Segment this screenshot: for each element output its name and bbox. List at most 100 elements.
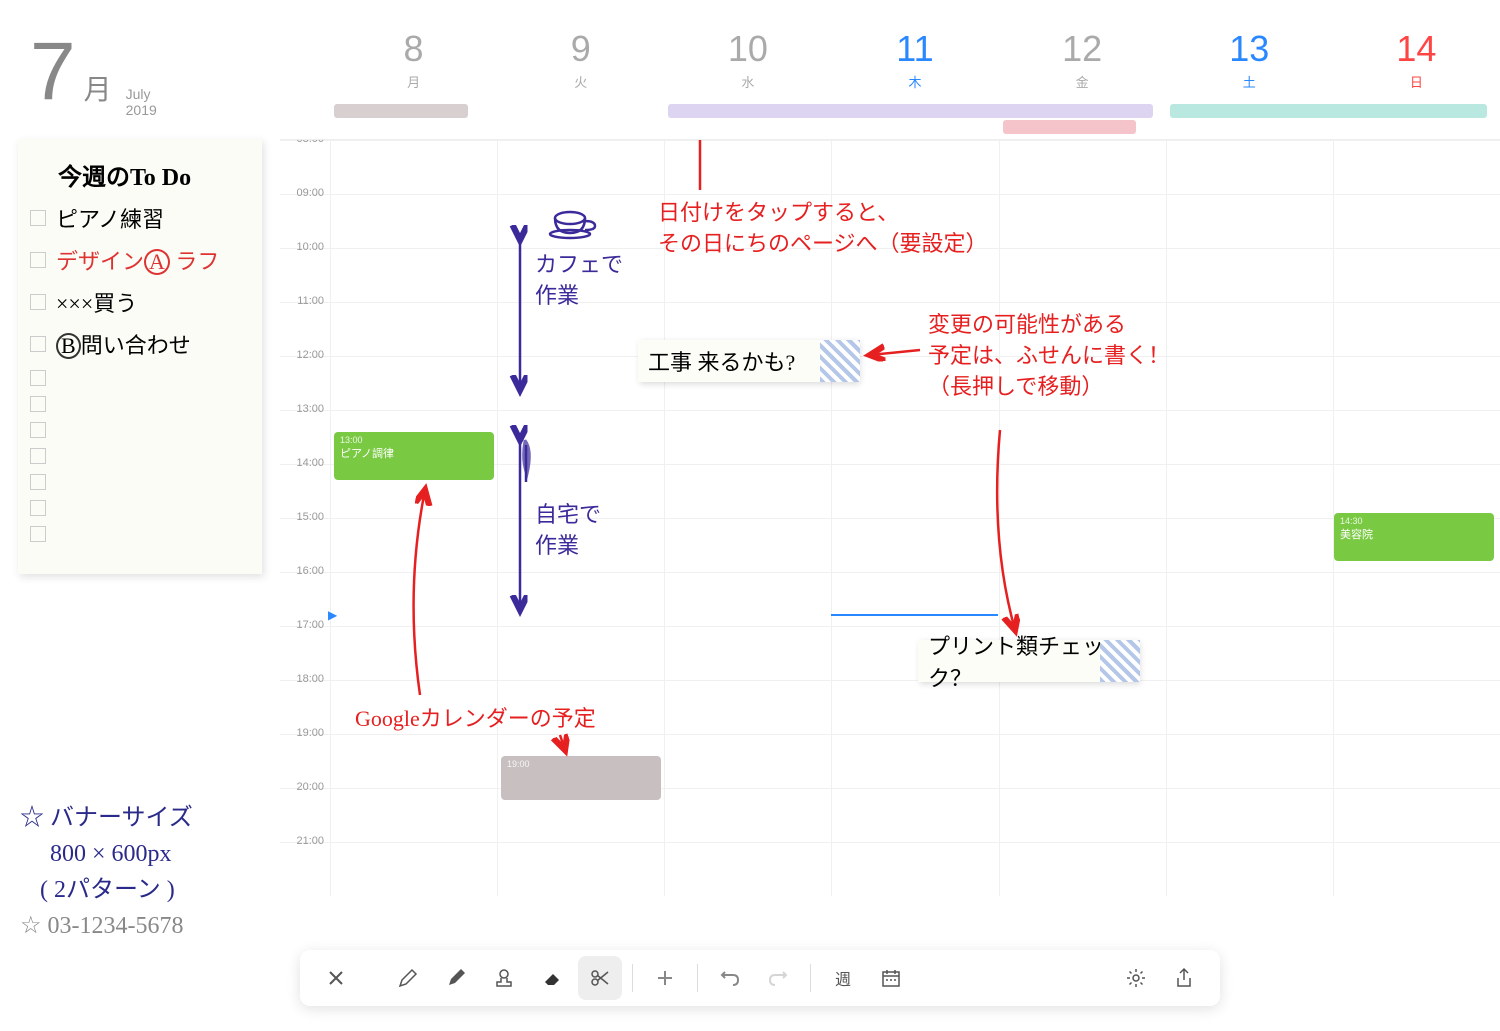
- hour-cell[interactable]: [999, 519, 1166, 572]
- hour-cell[interactable]: [1166, 141, 1333, 194]
- hour-cell[interactable]: [497, 411, 664, 464]
- hour-cell[interactable]: [999, 465, 1166, 518]
- redo-button[interactable]: [756, 956, 800, 1000]
- hour-cell[interactable]: [497, 141, 664, 194]
- hour-cell[interactable]: [831, 465, 998, 518]
- todo-item[interactable]: ×××買う: [30, 286, 252, 318]
- hour-cell[interactable]: [330, 789, 497, 842]
- hour-cell[interactable]: [1166, 627, 1333, 680]
- hour-cell[interactable]: [1333, 357, 1500, 410]
- todo-item[interactable]: [30, 370, 252, 386]
- hour-cell[interactable]: [1333, 411, 1500, 464]
- close-button[interactable]: [314, 956, 358, 1000]
- calendar-icon[interactable]: [869, 956, 913, 1000]
- pencil-icon[interactable]: [386, 956, 430, 1000]
- hour-cell[interactable]: [664, 843, 831, 896]
- hour-cell[interactable]: [664, 681, 831, 734]
- checkbox-icon[interactable]: [30, 294, 46, 310]
- hour-cell[interactable]: [999, 249, 1166, 302]
- hour-cell[interactable]: [1166, 735, 1333, 788]
- hour-cell[interactable]: [664, 249, 831, 302]
- hour-cell[interactable]: [664, 573, 831, 626]
- hour-cell[interactable]: [1166, 303, 1333, 356]
- hour-cell[interactable]: [1333, 195, 1500, 248]
- todo-item[interactable]: [30, 500, 252, 516]
- day-header-fri[interactable]: 12金: [999, 0, 1166, 100]
- hour-cell[interactable]: [664, 789, 831, 842]
- hour-cell[interactable]: [1166, 411, 1333, 464]
- hour-cell[interactable]: [330, 627, 497, 680]
- checkbox-icon[interactable]: [30, 370, 46, 386]
- hour-cell[interactable]: [497, 681, 664, 734]
- hour-cell[interactable]: [330, 681, 497, 734]
- checkbox-icon[interactable]: [30, 448, 46, 464]
- hour-cell[interactable]: [1333, 843, 1500, 896]
- sticky-construction[interactable]: 工事 来るかも?: [638, 340, 858, 382]
- hour-cell[interactable]: [999, 411, 1166, 464]
- hour-cell[interactable]: [999, 789, 1166, 842]
- hour-cell[interactable]: [1333, 573, 1500, 626]
- hour-cell[interactable]: [1333, 141, 1500, 194]
- day-header-tue[interactable]: 9火: [497, 0, 664, 100]
- hour-cell[interactable]: [664, 465, 831, 518]
- checkbox-icon[interactable]: [30, 500, 46, 516]
- hour-cell[interactable]: [330, 249, 497, 302]
- hour-cell[interactable]: [1166, 195, 1333, 248]
- hour-cell[interactable]: [497, 627, 664, 680]
- hour-cell[interactable]: [330, 303, 497, 356]
- calendar-grid[interactable]: 08:0009:0010:0011:0012:0013:0014:0015:00…: [280, 140, 1500, 930]
- hour-cell[interactable]: [497, 573, 664, 626]
- hour-cell[interactable]: [664, 195, 831, 248]
- event-salon[interactable]: 14:30 美容院: [1334, 513, 1494, 561]
- checkbox-icon[interactable]: [30, 422, 46, 438]
- hour-cell[interactable]: [1166, 249, 1333, 302]
- hour-cell[interactable]: [831, 249, 998, 302]
- hour-cell[interactable]: [1166, 789, 1333, 842]
- hour-cell[interactable]: [831, 573, 998, 626]
- day-header-mon[interactable]: 8月: [330, 0, 497, 100]
- hour-cell[interactable]: [999, 303, 1166, 356]
- hour-cell[interactable]: [999, 357, 1166, 410]
- hour-cell[interactable]: [831, 519, 998, 572]
- hour-cell[interactable]: [999, 195, 1166, 248]
- hour-cell[interactable]: [999, 843, 1166, 896]
- todo-item[interactable]: B問い合わせ: [30, 328, 252, 360]
- hour-cell[interactable]: [999, 141, 1166, 194]
- sticky-print[interactable]: プリント類チェック？: [918, 640, 1138, 682]
- gear-icon[interactable]: [1114, 956, 1158, 1000]
- week-view-button[interactable]: 週: [821, 956, 865, 1000]
- todo-item[interactable]: [30, 396, 252, 412]
- hour-cell[interactable]: [1333, 627, 1500, 680]
- hour-cell[interactable]: [497, 249, 664, 302]
- event-piano[interactable]: 13:00 ピアノ調律: [334, 432, 494, 480]
- todo-item[interactable]: [30, 474, 252, 490]
- hour-cell[interactable]: [330, 519, 497, 572]
- hour-cell[interactable]: [999, 573, 1166, 626]
- hour-cell[interactable]: [330, 141, 497, 194]
- hour-cell[interactable]: [330, 573, 497, 626]
- hour-cell[interactable]: [1333, 249, 1500, 302]
- hour-cell[interactable]: [1333, 681, 1500, 734]
- hour-cell[interactable]: [1166, 519, 1333, 572]
- hour-cell[interactable]: [497, 519, 664, 572]
- hour-cell[interactable]: [1166, 573, 1333, 626]
- hour-cell[interactable]: [664, 627, 831, 680]
- todo-item[interactable]: デザインA ラフ: [30, 244, 252, 276]
- hour-cell[interactable]: [330, 735, 497, 788]
- add-button[interactable]: [643, 956, 687, 1000]
- checkbox-icon[interactable]: [30, 336, 46, 352]
- share-icon[interactable]: [1162, 956, 1206, 1000]
- hour-cell[interactable]: [330, 195, 497, 248]
- hour-cell[interactable]: [330, 843, 497, 896]
- hour-cell[interactable]: [664, 141, 831, 194]
- scissors-icon[interactable]: [578, 956, 622, 1000]
- todo-item[interactable]: [30, 448, 252, 464]
- day-header-sun[interactable]: 14日: [1333, 0, 1500, 100]
- eraser-icon[interactable]: [530, 956, 574, 1000]
- undo-button[interactable]: [708, 956, 752, 1000]
- hour-cell[interactable]: [1333, 303, 1500, 356]
- hour-cell[interactable]: [1166, 843, 1333, 896]
- hour-cell[interactable]: [497, 843, 664, 896]
- checkbox-icon[interactable]: [30, 396, 46, 412]
- hour-cell[interactable]: [831, 141, 998, 194]
